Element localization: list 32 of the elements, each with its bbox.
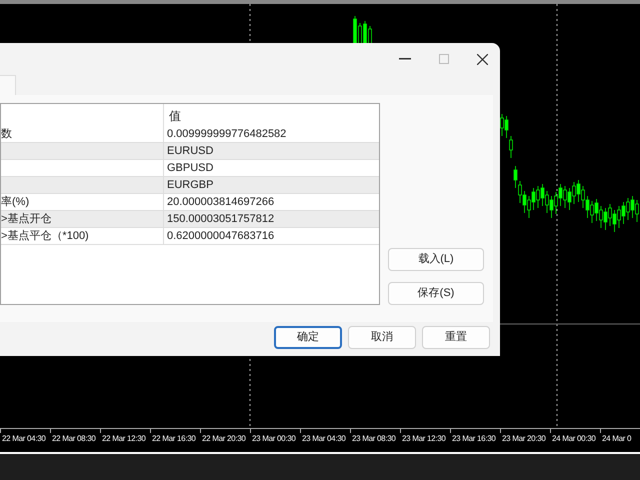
- time-label: 24 Mar 00:30: [552, 433, 596, 445]
- table-cell-text: 20.000003814697266: [166, 194, 276, 210]
- time-label: 22 Mar 16:30: [152, 433, 196, 445]
- time-label: 23 Mar 20:30: [502, 433, 546, 445]
- time-label: 23 Mar 00:30: [252, 433, 296, 445]
- side-button[interactable]: 保存(S): [388, 282, 484, 305]
- table-cell-text: >基点平仓（*100): [1, 228, 89, 244]
- close-icon[interactable]: [477, 54, 488, 64]
- table-cell-text: GBPUSD: [166, 160, 214, 176]
- table-cell-text: 150.00003051757812: [166, 212, 276, 227]
- time-label: 22 Mar 20:30: [202, 433, 246, 445]
- side-button[interactable]: 载入(L): [388, 248, 484, 271]
- table-cell-text: >基点开仓: [1, 212, 52, 227]
- time-label: 24 Mar 0: [602, 433, 632, 445]
- time-label: 22 Mar 12:30: [102, 433, 146, 445]
- minimize-icon[interactable]: [399, 58, 411, 60]
- column-header: 值: [168, 108, 182, 125]
- dialog-button[interactable]: 重置: [422, 326, 490, 349]
- table-cell-text: 数: [1, 126, 12, 142]
- time-label: 23 Mar 08:30: [352, 433, 396, 445]
- table-cell-text: EURGBP: [166, 178, 214, 193]
- time-label: 23 Mar 04:30: [302, 433, 346, 445]
- time-label: 22 Mar 08:30: [52, 433, 96, 445]
- table-cell-text: 率(%): [1, 194, 30, 210]
- table-cell-text: 0.009999999776482582: [166, 126, 288, 142]
- table-cell-text: EURUSD: [166, 144, 214, 159]
- time-label: 22 Mar 04:30: [2, 433, 46, 445]
- dialog-button[interactable]: 确定: [274, 326, 342, 349]
- table-cell-text: 0.6200000047683716: [166, 228, 276, 244]
- time-label: 23 Mar 16:30: [452, 433, 496, 445]
- dialog-button[interactable]: 取消: [348, 326, 416, 349]
- time-label: 23 Mar 12:30: [402, 433, 446, 445]
